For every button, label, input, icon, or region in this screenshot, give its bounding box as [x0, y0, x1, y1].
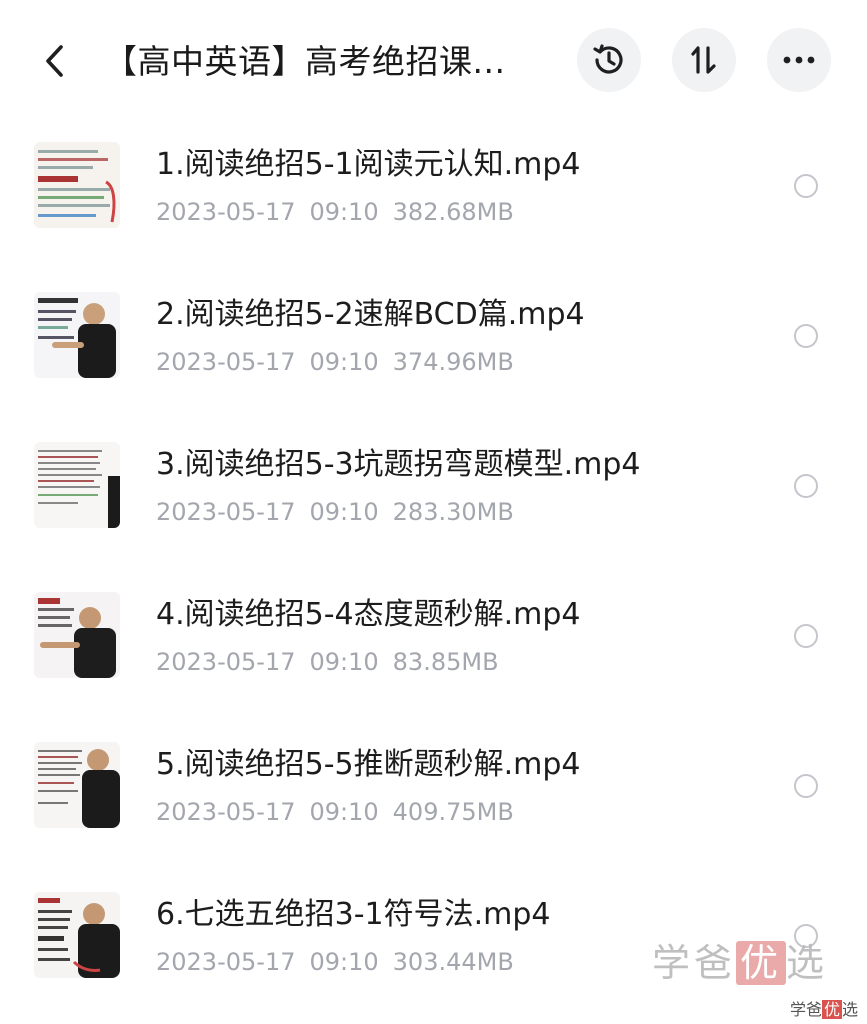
file-row[interactable]: 5.阅读绝招5-5推断题秒解.mp4 2023-05-17 09:10 409.75… — [0, 712, 867, 862]
select-radio[interactable] — [794, 324, 818, 348]
file-size: 283.30MB — [392, 498, 514, 526]
file-name: 6.七选五绝招3-1符号法.mp4 — [156, 897, 551, 932]
file-date: 2023-05-17 — [156, 198, 296, 226]
file-time: 09:10 — [309, 948, 379, 976]
top-bar: 【高中英语】高考绝招课... — [0, 0, 867, 120]
file-row[interactable]: 2.阅读绝招5-2速解BCD篇.mp4 2023-05-17 09:10 374.9… — [0, 262, 867, 412]
sort-icon — [691, 46, 716, 74]
file-time: 09:10 — [309, 798, 379, 826]
file-row[interactable]: 3.阅读绝招5-3坑题拐弯题模型.mp4 2023-05-17 09:10 283.… — [0, 412, 867, 562]
file-date: 2023-05-17 — [156, 348, 296, 376]
file-meta: 2023-05-17 09:10 303.44MB — [156, 944, 528, 980]
video-thumbnail — [34, 742, 120, 828]
file-size: 382.68MB — [392, 198, 514, 226]
select-radio[interactable] — [794, 474, 818, 498]
watermark-small-a: 学爸 — [790, 1000, 823, 1019]
watermark: 学爸优选 — [652, 940, 828, 986]
watermark-small-b: 选 — [842, 1000, 859, 1019]
file-name: 4.阅读绝招5-4态度题秒解.mp4 — [156, 597, 581, 632]
video-thumbnail — [34, 142, 120, 228]
file-size: 303.44MB — [392, 948, 514, 976]
history-icon — [593, 44, 623, 74]
more-button[interactable] — [767, 28, 831, 92]
video-thumbnail — [34, 442, 120, 528]
file-row[interactable]: 1.阅读绝招5-1阅读元认知.mp4 2023-05-17 09:10 382.68… — [0, 112, 867, 262]
file-date: 2023-05-17 — [156, 948, 296, 976]
file-name: 1.阅读绝招5-1阅读元认知.mp4 — [156, 147, 581, 182]
file-row[interactable]: 6.七选五绝招3-1符号法.mp4 2023-05-17 09:10 303.44M… — [0, 862, 867, 1012]
chevron-left-icon — [46, 45, 63, 77]
file-time: 09:10 — [309, 198, 379, 226]
watermark-text-b: 选 — [786, 941, 829, 985]
file-meta: 2023-05-17 09:10 409.75MB — [156, 794, 528, 830]
file-date: 2023-05-17 — [156, 498, 296, 526]
file-meta: 2023-05-17 09:10 382.68MB — [156, 194, 528, 230]
history-button[interactable] — [577, 28, 641, 92]
page-title: 【高中英语】高考绝招课... — [104, 42, 506, 81]
select-radio[interactable] — [794, 174, 818, 198]
file-date: 2023-05-17 — [156, 648, 296, 676]
file-time: 09:10 — [309, 348, 379, 376]
file-meta: 2023-05-17 09:10 83.85MB — [156, 644, 513, 680]
file-size: 83.85MB — [392, 648, 499, 676]
sort-button[interactable] — [672, 28, 736, 92]
file-size: 409.75MB — [392, 798, 514, 826]
file-meta: 2023-05-17 09:10 283.30MB — [156, 494, 528, 530]
video-thumbnail — [34, 892, 120, 978]
file-name: 3.阅读绝招5-3坑题拐弯题模型.mp4 — [156, 447, 641, 482]
watermark-small: 学爸优选 — [790, 1000, 858, 1020]
file-row[interactable]: 4.阅读绝招5-4态度题秒解.mp4 2023-05-17 09:10 83.85M… — [0, 562, 867, 712]
watermark-text-a: 学爸 — [652, 941, 737, 985]
watermark-text-highlight: 优 — [736, 941, 787, 985]
more-icon — [783, 56, 815, 64]
watermark-small-highlight: 优 — [822, 1000, 843, 1019]
file-time: 09:10 — [309, 498, 379, 526]
file-name: 5.阅读绝招5-5推断题秒解.mp4 — [156, 747, 581, 782]
video-thumbnail — [34, 292, 120, 378]
video-thumbnail — [34, 592, 120, 678]
file-time: 09:10 — [309, 648, 379, 676]
select-radio[interactable] — [794, 624, 818, 648]
back-button[interactable] — [34, 38, 74, 84]
select-radio[interactable] — [794, 774, 818, 798]
file-meta: 2023-05-17 09:10 374.96MB — [156, 344, 528, 380]
file-size: 374.96MB — [392, 348, 514, 376]
file-date: 2023-05-17 — [156, 798, 296, 826]
file-name: 2.阅读绝招5-2速解BCD篇.mp4 — [156, 297, 585, 332]
